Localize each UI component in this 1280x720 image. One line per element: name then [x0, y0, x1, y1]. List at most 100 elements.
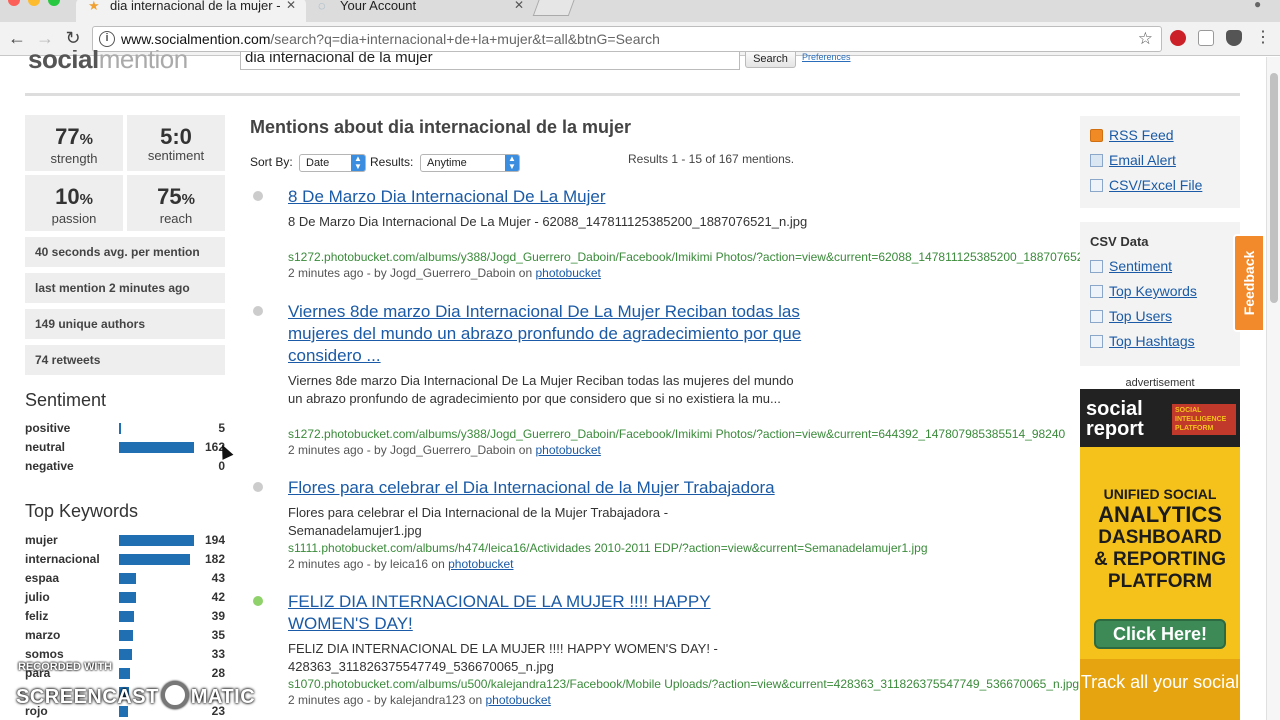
bar-label[interactable]: julio	[25, 590, 50, 604]
csv-excel-link[interactable]: CSV/Excel File	[1090, 177, 1202, 193]
pocket-extension-icon[interactable]	[1226, 30, 1242, 46]
feedback-tab[interactable]: Feedback	[1233, 234, 1265, 332]
bar-label[interactable]: somos	[25, 647, 64, 661]
scrollbar-thumb[interactable]	[1270, 73, 1278, 303]
bar-row: mujer 194	[25, 533, 225, 549]
csv-sentiment-label: Sentiment	[1109, 258, 1173, 274]
ad-headline-line: PLATFORM	[1107, 571, 1213, 592]
result-site-link[interactable]: photobucket	[535, 443, 600, 457]
profile-icon[interactable]: ●	[1254, 0, 1261, 11]
tab-your-account[interactable]: ◌ Your Account ✕	[306, 0, 534, 22]
search-input[interactable]: dia internacional de la mujer	[240, 52, 740, 70]
bar-label[interactable]: feliz	[25, 609, 48, 623]
address-bar[interactable]: i www.socialmention.com/search?q=dia+int…	[92, 26, 1162, 52]
document-extension-icon[interactable]	[1198, 30, 1214, 46]
ad-header: social report SOCIAL INTELLIGENCE PLATFOR…	[1080, 389, 1240, 447]
csv-top-keywords-link[interactable]: Top Keywords	[1090, 283, 1197, 299]
rss-feed-link[interactable]: RSS Feed	[1090, 127, 1174, 143]
preferences-link[interactable]: Preferences	[802, 52, 851, 62]
csv-top-users-label: Top Users	[1109, 308, 1173, 324]
reach-value: 75	[157, 184, 182, 209]
result-title-link[interactable]: 8 De Marzo Dia Internacional De La Mujer	[288, 186, 808, 208]
watermark-part-b: MATIC	[190, 686, 256, 708]
header-divider	[25, 93, 1240, 96]
reload-icon[interactable]: ↻	[62, 28, 84, 48]
close-tab-icon[interactable]: ✕	[286, 0, 296, 13]
bar-row: feliz 39	[25, 609, 225, 625]
result-site-link[interactable]: photobucket	[485, 693, 550, 707]
csv-top-hashtags-link[interactable]: Top Hashtags	[1090, 333, 1195, 349]
ad-click-here-button[interactable]: Click Here!	[1094, 619, 1226, 649]
record-icon	[160, 681, 189, 709]
ad-brand: social report	[1086, 399, 1144, 439]
bar-value: 5	[218, 421, 225, 435]
status-dot-icon	[253, 482, 263, 492]
csv-top-keywords-label: Top Keywords	[1109, 283, 1197, 299]
browser-toolbar: ← → ↻ i www.socialmention.com/search?q=d…	[0, 22, 1280, 56]
close-window-icon[interactable]	[8, 0, 20, 6]
info-icon[interactable]: i	[99, 31, 115, 47]
csv-top-users-link[interactable]: Top Users	[1090, 308, 1172, 324]
ad-headline-line: & REPORTING	[1094, 549, 1226, 570]
bar-value: 35	[211, 628, 225, 642]
bar-label[interactable]: internacional	[25, 552, 100, 566]
status-dot-icon	[253, 596, 263, 606]
forward-icon[interactable]: →	[34, 28, 56, 48]
results-time-select[interactable]: Anytime ▲ ▼	[420, 154, 520, 172]
strength-label: strength	[50, 151, 98, 166]
results-count: Results 1 - 15 of 167 mentions.	[628, 152, 795, 166]
socialmention-logo[interactable]: socialmention	[28, 50, 188, 72]
result-site-link[interactable]: photobucket	[535, 266, 600, 280]
ad-brand-line2: report	[1086, 418, 1144, 440]
maximize-window-icon[interactable]	[48, 0, 60, 6]
back-icon[interactable]: ←	[6, 28, 28, 48]
bar-row: marzo 35	[25, 628, 225, 644]
bar-row: espaa 43	[25, 571, 225, 587]
result-site-link[interactable]: photobucket	[448, 557, 513, 571]
bar-label[interactable]: neutral	[25, 440, 65, 454]
menu-icon[interactable]: ⋮	[1252, 28, 1274, 48]
sort-by-value: Date	[306, 157, 330, 169]
close-tab-icon[interactable]: ✕	[514, 0, 524, 13]
ad-tag: SOCIAL INTELLIGENCE PLATFORM	[1172, 404, 1236, 435]
result-title-link[interactable]: Flores para celebrar el Dia Internaciona…	[288, 477, 848, 499]
bar-label[interactable]: espaa	[25, 571, 59, 585]
rss-feed-label: RSS Feed	[1109, 127, 1174, 143]
bar-row: julio 42	[25, 590, 225, 606]
advertisement-banner[interactable]: social report SOCIAL INTELLIGENCE PLATFOR…	[1080, 389, 1240, 720]
email-alert-link[interactable]: Email Alert	[1090, 152, 1176, 168]
sentiment-stat: 5:0 sentiment	[127, 115, 225, 171]
minimize-window-icon[interactable]	[28, 0, 40, 6]
bar-label[interactable]: marzo	[25, 628, 60, 642]
tab-socialmention[interactable]: ★ dia internacional de la mujer - ✕	[76, 0, 306, 22]
passion-unit: %	[79, 191, 93, 208]
page-scrollbar[interactable]	[1266, 57, 1280, 720]
sort-by-select[interactable]: Date ▲ ▼	[299, 154, 366, 172]
bar-value: 42	[211, 590, 225, 604]
result-title-link[interactable]: Viernes 8de marzo Dia Internacional De L…	[288, 301, 808, 367]
bar-label[interactable]: positive	[25, 421, 70, 435]
bookmark-star-icon[interactable]: ☆	[1138, 29, 1153, 49]
bar-value: 33	[211, 647, 225, 661]
pinterest-extension-icon[interactable]	[1170, 30, 1186, 46]
search-button[interactable]: Search	[745, 52, 796, 68]
bar-label[interactable]: negative	[25, 459, 74, 473]
csv-sentiment-link[interactable]: Sentiment	[1090, 258, 1172, 274]
url-path: /search?q=dia+internacional+de+la+mujer&…	[270, 31, 660, 47]
result-source-url: s1070.photobucket.com/albums/u500/kaleja…	[288, 677, 1080, 691]
sentiment-value: 5:0	[160, 124, 192, 149]
strength-value: 77	[55, 124, 80, 149]
result-title-link[interactable]: FELIZ DIA INTERNACIONAL DE LA MUJER !!!!…	[288, 591, 758, 635]
strength-stat: 77% strength	[25, 115, 123, 171]
result-description: Flores para celebrar el Dia Internaciona…	[288, 505, 669, 538]
bar-row: negative 0	[25, 459, 225, 475]
bar-row: positive 5	[25, 421, 225, 437]
bar-label[interactable]: mujer	[25, 533, 58, 547]
result-source-url: s1272.photobucket.com/albums/y388/Jogd_G…	[288, 250, 1080, 264]
result-meta: 2 minutes ago - by kalejandra123 on phot…	[288, 692, 551, 708]
sort-by-label: Sort By:	[250, 155, 293, 169]
select-arrows-icon: ▲ ▼	[505, 155, 519, 171]
new-tab-button[interactable]	[532, 0, 576, 16]
bar-fill	[119, 649, 132, 660]
url-domain: www.socialmention.com	[121, 31, 271, 47]
